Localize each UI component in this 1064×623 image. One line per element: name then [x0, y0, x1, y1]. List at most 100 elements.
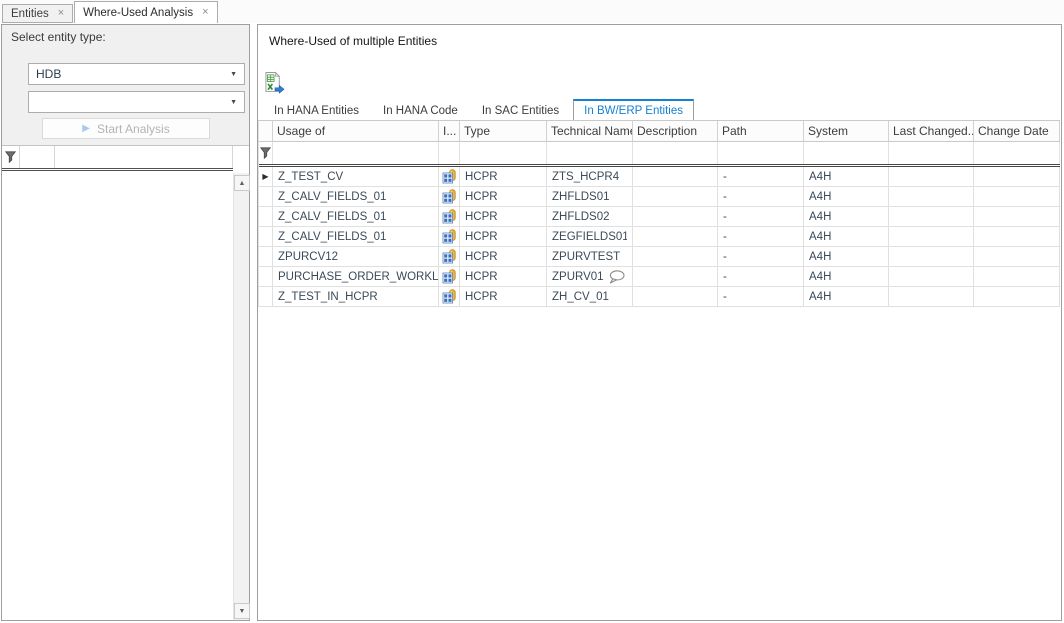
- scroll-up-icon[interactable]: ▲: [234, 175, 250, 191]
- cell-technical-name[interactable]: ZPURV01: [547, 267, 633, 287]
- cell-description[interactable]: [633, 187, 718, 207]
- cell-type[interactable]: HCPR: [460, 207, 547, 227]
- cell-system[interactable]: A4H: [804, 227, 889, 247]
- cell-change-date[interactable]: [974, 207, 1060, 227]
- cell-technical-name[interactable]: ZHFLDS01: [547, 187, 633, 207]
- row-indicator-cell[interactable]: [259, 287, 273, 307]
- cell-object-icon[interactable]: [439, 167, 460, 187]
- cell-description[interactable]: [633, 287, 718, 307]
- cell-object-icon[interactable]: [439, 287, 460, 307]
- column-header-path[interactable]: Path: [718, 121, 804, 142]
- cell-description[interactable]: [633, 247, 718, 267]
- cell-last-changed[interactable]: [889, 207, 974, 227]
- cell-object-icon[interactable]: [439, 267, 460, 287]
- scroll-down-icon[interactable]: ▼: [234, 603, 250, 619]
- table-row[interactable]: Z_CALV_FIELDS_01HCPRZEGFIELDS01-A4H: [259, 227, 1060, 247]
- tab-close-icon[interactable]: ×: [58, 8, 64, 19]
- cell-path[interactable]: -: [718, 207, 804, 227]
- filter-cell[interactable]: [460, 142, 547, 164]
- column-header-change-date[interactable]: Change Date: [974, 121, 1060, 142]
- cell-usage-of[interactable]: ZPURCV12: [273, 247, 439, 267]
- cell-usage-of[interactable]: Z_TEST_CV: [273, 167, 439, 187]
- cell-path[interactable]: -: [718, 167, 804, 187]
- cell-path[interactable]: -: [718, 287, 804, 307]
- cell-usage-of[interactable]: Z_CALV_FIELDS_01: [273, 207, 439, 227]
- column-header-indicator[interactable]: [259, 121, 273, 142]
- cell-description[interactable]: [633, 207, 718, 227]
- filter-cell[interactable]: [718, 142, 804, 164]
- cell-technical-name[interactable]: ZH_CV_01: [547, 287, 633, 307]
- window-tab-where-used-analysis[interactable]: Where-Used Analysis×: [74, 1, 217, 23]
- cell-system[interactable]: A4H: [804, 207, 889, 227]
- cell-type[interactable]: HCPR: [460, 267, 547, 287]
- cell-system[interactable]: A4H: [804, 247, 889, 267]
- column-header-system[interactable]: System: [804, 121, 889, 142]
- filter-cell[interactable]: [804, 142, 889, 164]
- results-tab-in-hana-code[interactable]: In HANA Code: [373, 102, 468, 120]
- table-row[interactable]: Z_CALV_FIELDS_01HCPRZHFLDS01-A4H: [259, 187, 1060, 207]
- row-indicator-cell[interactable]: [259, 187, 273, 207]
- cell-system[interactable]: A4H: [804, 187, 889, 207]
- tab-close-icon[interactable]: ×: [202, 7, 208, 18]
- column-header-usage-of[interactable]: Usage of: [273, 121, 439, 142]
- cell-change-date[interactable]: [974, 247, 1060, 267]
- cell-last-changed[interactable]: [889, 247, 974, 267]
- cell-change-date[interactable]: [974, 287, 1060, 307]
- cell-last-changed[interactable]: [889, 267, 974, 287]
- cell-change-date[interactable]: [974, 267, 1060, 287]
- row-indicator-cell[interactable]: ▶: [259, 167, 273, 187]
- filter-cell[interactable]: [547, 142, 633, 164]
- cell-object-icon[interactable]: [439, 247, 460, 267]
- cell-last-changed[interactable]: [889, 187, 974, 207]
- cell-type[interactable]: HCPR: [460, 287, 547, 307]
- cell-description[interactable]: [633, 167, 718, 187]
- filter-cell[interactable]: [439, 142, 460, 164]
- table-row[interactable]: ZPURCV12HCPRZPURVTEST-A4H: [259, 247, 1060, 267]
- results-tab-in-hana-entities[interactable]: In HANA Entities: [264, 102, 369, 120]
- row-indicator-cell[interactable]: [259, 207, 273, 227]
- cell-description[interactable]: [633, 267, 718, 287]
- entity-type-select[interactable]: HDB ▼: [28, 63, 245, 85]
- table-row[interactable]: Z_TEST_IN_HCPR HCPRZH_CV_01 -A4H: [259, 287, 1060, 307]
- cell-last-changed[interactable]: [889, 167, 974, 187]
- filter-cell[interactable]: [273, 142, 439, 164]
- cell-change-date[interactable]: [974, 227, 1060, 247]
- results-tab-in-sac-entities[interactable]: In SAC Entities: [472, 102, 569, 120]
- cell-system[interactable]: A4H: [804, 167, 889, 187]
- cell-system[interactable]: A4H: [804, 287, 889, 307]
- cell-type[interactable]: HCPR: [460, 247, 547, 267]
- cell-usage-of[interactable]: PURCHASE_ORDER_WORKLIST: [273, 267, 439, 287]
- cell-object-icon[interactable]: [439, 207, 460, 227]
- cell-change-date[interactable]: [974, 187, 1060, 207]
- cell-change-date[interactable]: [974, 167, 1060, 187]
- row-indicator-cell[interactable]: [259, 247, 273, 267]
- table-row[interactable]: ▶Z_TEST_CVHCPRZTS_HCPR4-A4H: [259, 167, 1060, 187]
- column-header-last-changed[interactable]: Last Changed...: [889, 121, 974, 142]
- row-indicator-cell[interactable]: [259, 267, 273, 287]
- sidebar-filter-cell[interactable]: [55, 146, 233, 168]
- entity-select[interactable]: ▼: [28, 91, 245, 113]
- row-indicator-cell[interactable]: [259, 227, 273, 247]
- sidebar-scrollbar[interactable]: ▲ ▼: [233, 173, 249, 620]
- cell-type[interactable]: HCPR: [460, 187, 547, 207]
- results-tab-in-bw-erp-entities[interactable]: In BW/ERP Entities: [573, 99, 694, 120]
- comment-bubble-icon[interactable]: [608, 270, 625, 284]
- table-row[interactable]: PURCHASE_ORDER_WORKLIST HCPRZPURV01 -A4H: [259, 267, 1060, 287]
- cell-technical-name[interactable]: ZPURVTEST: [547, 247, 633, 267]
- table-row[interactable]: Z_CALV_FIELDS_01HCPRZHFLDS02-A4H: [259, 207, 1060, 227]
- cell-path[interactable]: -: [718, 267, 804, 287]
- cell-usage-of[interactable]: Z_CALV_FIELDS_01: [273, 187, 439, 207]
- start-analysis-button[interactable]: ▶ Start Analysis: [42, 118, 210, 139]
- cell-path[interactable]: -: [718, 227, 804, 247]
- cell-description[interactable]: [633, 227, 718, 247]
- cell-system[interactable]: A4H: [804, 267, 889, 287]
- cell-technical-name[interactable]: ZEGFIELDS01: [547, 227, 633, 247]
- sidebar-filter-cell[interactable]: [19, 146, 55, 168]
- cell-usage-of[interactable]: Z_CALV_FIELDS_01: [273, 227, 439, 247]
- cell-type[interactable]: HCPR: [460, 167, 547, 187]
- cell-last-changed[interactable]: [889, 287, 974, 307]
- cell-usage-of[interactable]: Z_TEST_IN_HCPR: [273, 287, 439, 307]
- cell-object-icon[interactable]: [439, 227, 460, 247]
- filter-cell[interactable]: [974, 142, 1060, 164]
- column-header-i[interactable]: I...: [439, 121, 460, 142]
